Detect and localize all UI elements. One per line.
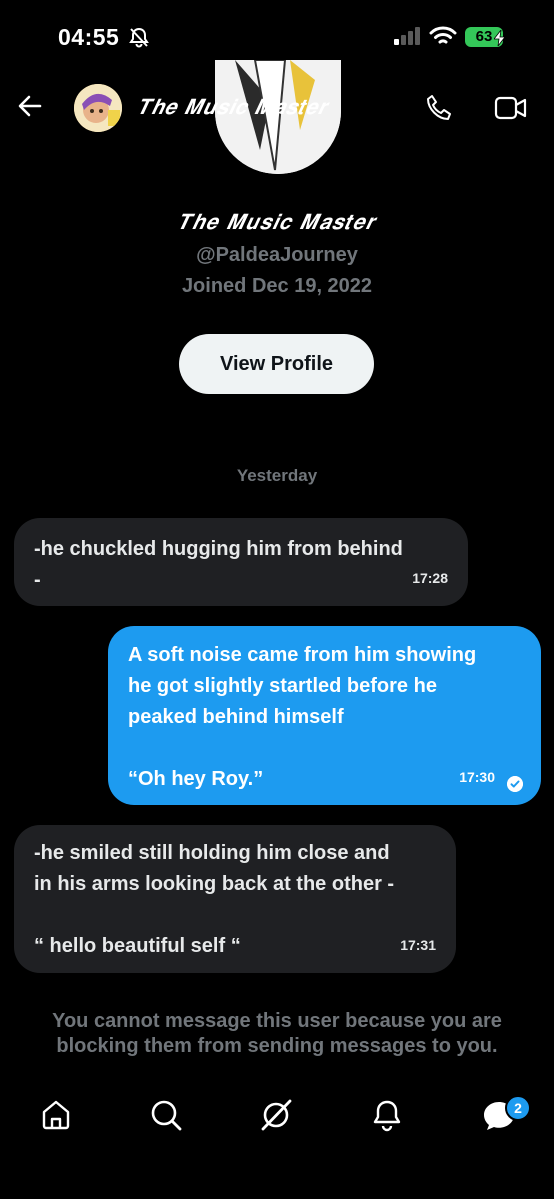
home-icon[interactable] [39,1098,73,1132]
message-bubble-incoming[interactable]: -he smiled still holding him close and i… [14,825,456,973]
message-line [128,733,521,764]
view-profile-button[interactable]: View Profile [179,334,374,394]
video-icon[interactable] [494,95,528,121]
charging-bolt-icon [494,30,506,46]
status-time: 04:55 [58,24,120,50]
message-line: peaked behind himself [128,706,344,728]
profile-joined-date: Joined Dec 19, 2022 [181,275,373,297]
message-line [34,900,436,931]
bell-muted-icon [129,27,149,48]
message-line: he got slightly startled before he [128,675,437,697]
signal-icon [394,27,420,45]
blocked-notice: You cannot message this user because you… [52,1010,502,1057]
message-timestamp: 17:28 [412,570,448,586]
grok-icon[interactable] [259,1098,293,1132]
read-check-icon [507,776,523,792]
messages-badge: 2 [505,1095,531,1121]
search-icon[interactable] [149,1098,183,1132]
message-timestamp: 17:30 [459,769,495,785]
message-bubble-outgoing[interactable]: A soft noise came from him showing he go… [108,626,541,805]
message-line: “ hello beautiful self “ [34,935,241,957]
profile-name: 𝑻𝒉𝒆 𝑴𝒖𝒔𝒊𝒄 𝑴𝒂𝒔𝒕𝒆𝒓 [178,210,376,234]
message-bubble-incoming[interactable]: -he chuckled hugging him from behind - 1… [14,518,468,606]
back-arrow-icon[interactable] [16,92,44,120]
profile-handle: @PaldeaJourney [196,244,358,266]
message-line: in his arms looking back at the other - [34,873,395,895]
message-timestamp: 17:31 [400,937,436,953]
header-title[interactable]: 𝑻𝒉𝒆 𝑴𝒖𝒔𝒊𝒄 𝑴𝒂𝒔𝒕𝒆𝒓 [138,95,328,120]
message-line: -he chuckled hugging him from behind [34,538,403,560]
message-line: - [34,569,41,591]
phone-icon[interactable] [424,93,454,123]
notifications-icon[interactable] [370,1098,404,1132]
date-separator: Yesterday [236,466,318,485]
avatar[interactable] [74,84,122,132]
message-line: A soft noise came from him showing [128,644,477,666]
message-line: -he smiled still holding him close and [34,842,390,864]
wifi-icon [429,26,457,44]
